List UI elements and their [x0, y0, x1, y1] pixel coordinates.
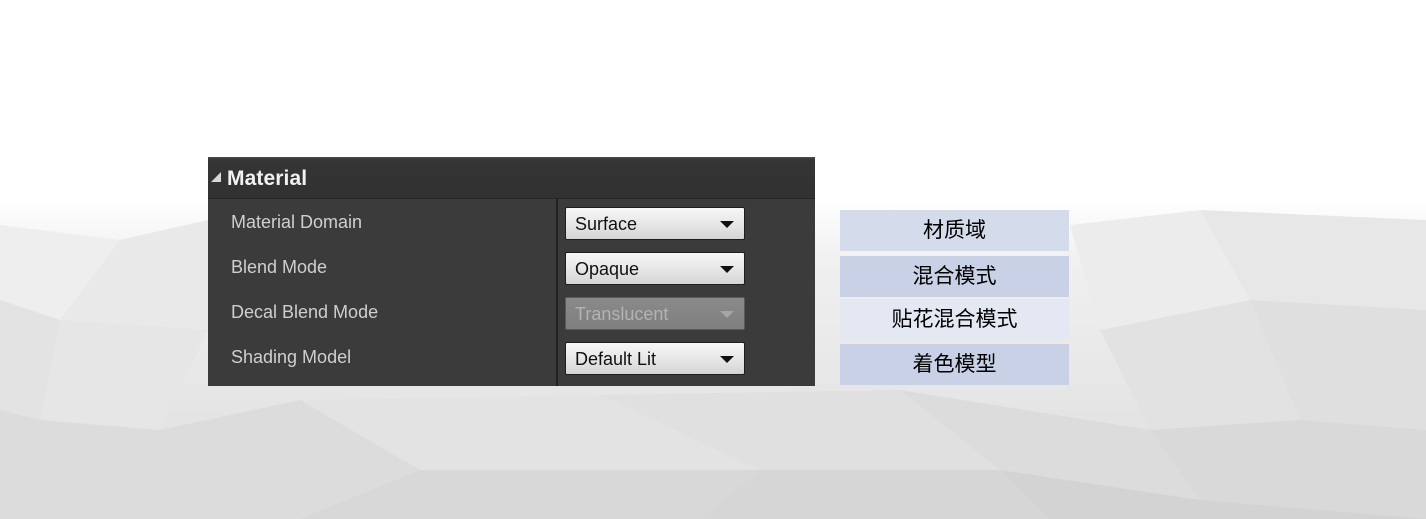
translation-material-domain: 材质域 [840, 210, 1069, 251]
column-divider[interactable] [556, 199, 558, 386]
section-title: Material [227, 167, 308, 190]
blend-mode-dropdown[interactable]: Opaque [565, 252, 745, 285]
shading-model-dropdown[interactable]: Default Lit [565, 342, 745, 375]
chevron-down-icon [720, 311, 734, 318]
shading-model-value: Default Lit [575, 349, 657, 369]
material-details-panel: Material Material Domain Surface Blend M… [208, 157, 815, 386]
triangle-collapse-icon[interactable] [210, 171, 222, 183]
chevron-down-icon [720, 356, 734, 363]
decal-blend-mode-value: Translucent [575, 304, 669, 324]
translation-blend-mode: 混合模式 [840, 256, 1069, 297]
chevron-down-icon [720, 221, 734, 228]
shading-model-label: Shading Model [231, 347, 352, 367]
chevron-down-icon [720, 266, 734, 273]
material-domain-dropdown[interactable]: Surface [565, 207, 745, 240]
material-domain-value: Surface [575, 214, 638, 234]
decal-blend-mode-dropdown: Translucent [565, 297, 745, 330]
material-section-header[interactable]: Material [208, 157, 815, 199]
translation-shading-model: 着色模型 [840, 344, 1069, 385]
material-domain-label: Material Domain [231, 212, 363, 232]
translation-decal-blend-mode: 贴花混合模式 [840, 299, 1069, 340]
blend-mode-label: Blend Mode [231, 257, 328, 277]
blend-mode-value: Opaque [575, 259, 640, 279]
decal-blend-mode-label: Decal Blend Mode [231, 302, 379, 322]
